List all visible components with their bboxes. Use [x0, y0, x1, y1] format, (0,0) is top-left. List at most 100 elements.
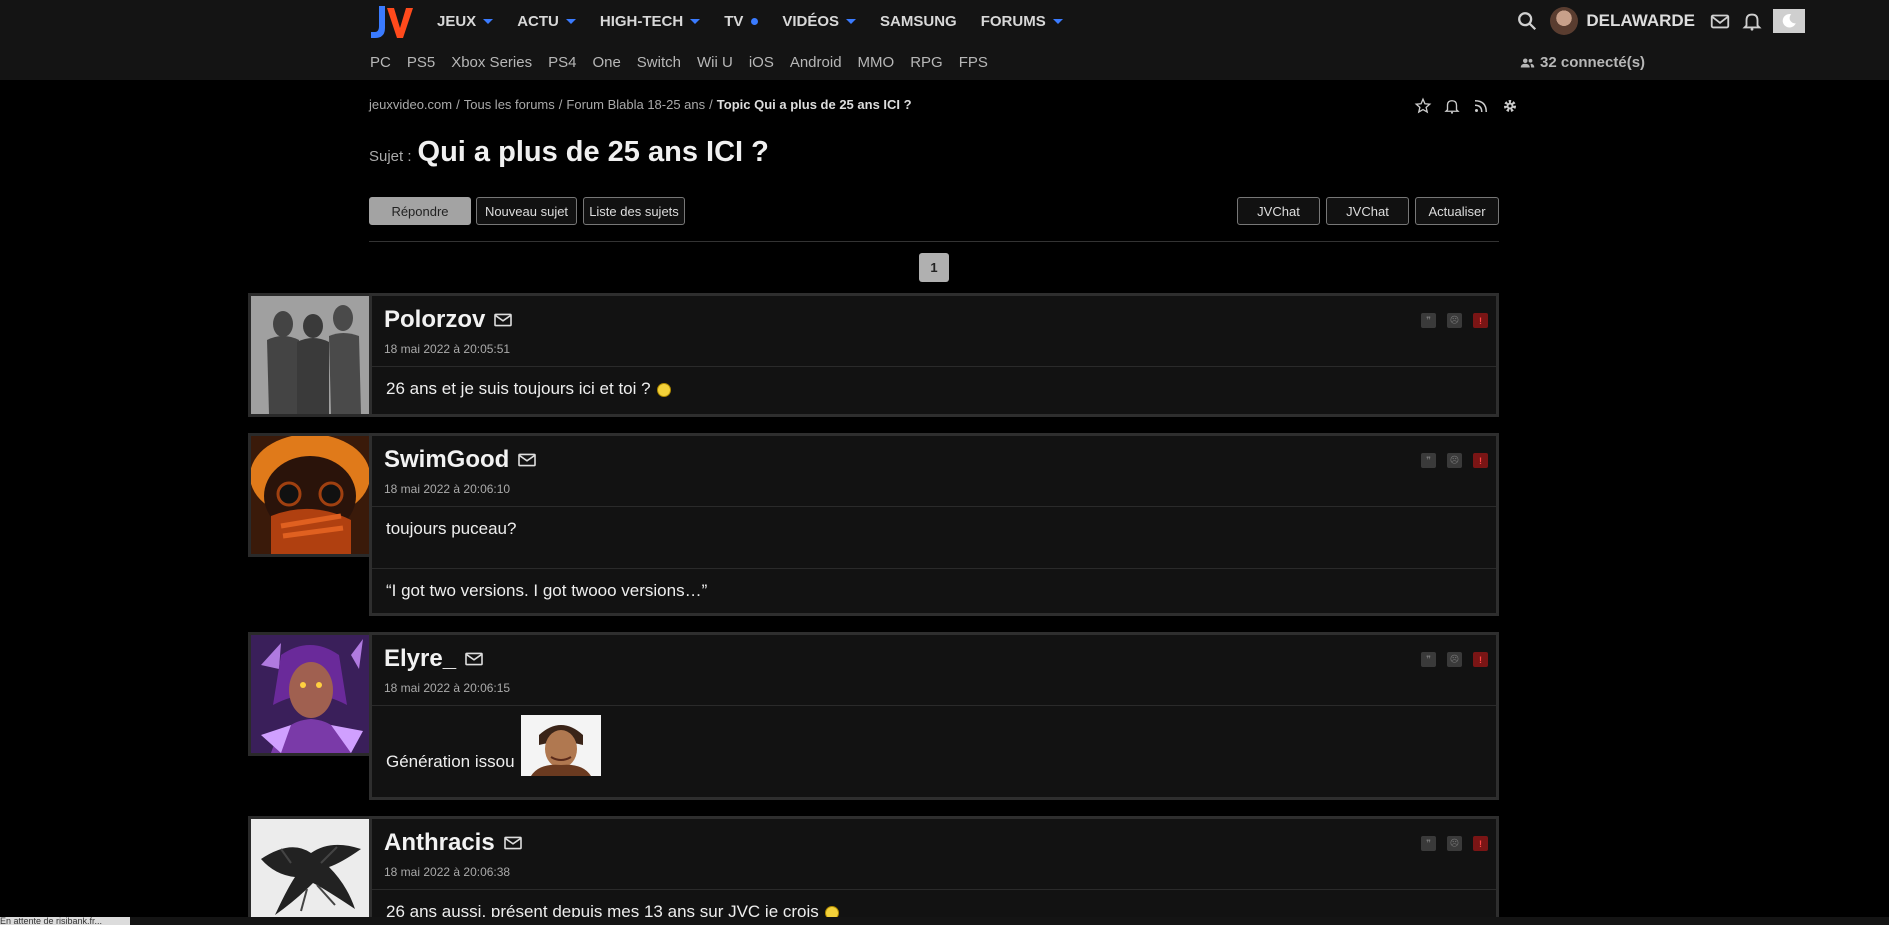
- chevron-down-icon: [846, 18, 857, 24]
- nav-tv[interactable]: TV: [724, 10, 759, 32]
- search-icon[interactable]: [1516, 10, 1538, 32]
- post-date[interactable]: 18 mai 2022 à 20:06:10: [384, 482, 510, 496]
- topic-toolbar: Répondre Nouveau sujet Liste des sujets …: [369, 197, 1499, 225]
- post-card: SwimGood 18 mai 2022 à 20:06:10 ❞ ☹ ! to…: [369, 433, 1499, 616]
- nav-videos[interactable]: VIDÉOS: [782, 10, 857, 32]
- quote-icon[interactable]: ❞: [1421, 652, 1436, 667]
- platform-one[interactable]: One: [592, 54, 620, 71]
- platform-mmo[interactable]: MMO: [858, 54, 895, 71]
- post-avatar[interactable]: [248, 816, 372, 925]
- post-avatar[interactable]: [248, 433, 372, 557]
- gear-icon[interactable]: [1501, 97, 1519, 115]
- connected-count[interactable]: 32 connecté(s): [1520, 54, 1645, 71]
- post-author: Polorzov: [384, 306, 513, 334]
- post-separator: [372, 705, 1496, 706]
- page-button-1[interactable]: 1: [919, 253, 949, 282]
- mail-icon[interactable]: [1709, 10, 1731, 32]
- nav-actu[interactable]: ACTU: [517, 10, 576, 32]
- post-tools: ❞ ☹ !: [1421, 453, 1488, 468]
- chevron-down-icon: [565, 18, 576, 24]
- post-card: Polorzov 18 mai 2022 à 20:05:51 ❞ ☹ ! 26…: [369, 293, 1499, 417]
- dark-mode-toggle[interactable]: [1773, 9, 1805, 33]
- post-separator: [372, 506, 1496, 507]
- ignore-icon[interactable]: ☹: [1447, 313, 1462, 328]
- author-name[interactable]: Elyre_: [384, 645, 456, 673]
- topic-actions: [1414, 97, 1519, 115]
- breadcrumb: jeuxvideo.com / Tous les forums / Forum …: [369, 97, 916, 112]
- chevron-down-icon: [690, 18, 701, 24]
- refresh-button[interactable]: Actualiser: [1415, 197, 1499, 225]
- platform-pc[interactable]: PC: [370, 54, 391, 71]
- report-icon[interactable]: !: [1473, 453, 1488, 468]
- post-card: Anthracis 18 mai 2022 à 20:06:38 ❞ ☹ ! 2…: [369, 816, 1499, 925]
- new-topic-button[interactable]: Nouveau sujet: [476, 197, 577, 225]
- nav-high-tech[interactable]: HIGH-TECH: [600, 10, 701, 32]
- reply-button[interactable]: Répondre: [369, 197, 471, 225]
- breadcrumb-separator: /: [456, 97, 460, 112]
- breadcrumb-all-forums[interactable]: Tous les forums: [464, 97, 555, 112]
- users-icon: [1520, 58, 1535, 67]
- post-date[interactable]: 18 mai 2022 à 20:06:38: [384, 865, 510, 879]
- report-icon[interactable]: !: [1473, 836, 1488, 851]
- post-avatar[interactable]: [248, 632, 372, 756]
- platform-wii-u[interactable]: Wii U: [697, 54, 733, 71]
- live-dot-icon: [751, 17, 759, 25]
- mail-icon[interactable]: [503, 835, 523, 851]
- post-avatar[interactable]: [248, 293, 372, 417]
- platform-ps4[interactable]: PS4: [548, 54, 576, 71]
- moon-icon: [1782, 14, 1796, 28]
- platform-fps[interactable]: FPS: [959, 54, 988, 71]
- post-separator: [372, 889, 1496, 890]
- smiley-icon: [656, 383, 671, 397]
- platform-rpg[interactable]: RPG: [910, 54, 943, 71]
- jvchat-button-1[interactable]: JVChat: [1237, 197, 1320, 225]
- rss-icon[interactable]: [1472, 97, 1490, 115]
- chevron-down-icon: [483, 18, 494, 24]
- mail-icon[interactable]: [493, 312, 513, 328]
- platform-switch[interactable]: Switch: [637, 54, 681, 71]
- nav-samsung[interactable]: SAMSUNG: [880, 10, 957, 32]
- platform-ps5[interactable]: PS5: [407, 54, 435, 71]
- ignore-icon[interactable]: ☹: [1447, 652, 1462, 667]
- mail-icon[interactable]: [464, 651, 484, 667]
- mail-icon[interactable]: [517, 452, 537, 468]
- jv-logo[interactable]: [369, 4, 413, 40]
- ignore-icon[interactable]: ☹: [1447, 453, 1462, 468]
- breadcrumb-forum[interactable]: Forum Blabla 18-25 ans: [566, 97, 705, 112]
- nav-forums[interactable]: FORUMS: [981, 10, 1063, 32]
- post-tools: ❞ ☹ !: [1421, 652, 1488, 667]
- author-name[interactable]: Polorzov: [384, 306, 485, 334]
- breadcrumb-current: Topic Qui a plus de 25 ans ICI ?: [716, 97, 912, 112]
- topic-label: Sujet :: [369, 148, 412, 165]
- platform-xbox-series[interactable]: Xbox Series: [451, 54, 532, 71]
- post-date[interactable]: 18 mai 2022 à 20:05:51: [384, 342, 510, 356]
- report-icon[interactable]: !: [1473, 652, 1488, 667]
- quote-icon[interactable]: ❞: [1421, 836, 1436, 851]
- post-date[interactable]: 18 mai 2022 à 20:06:15: [384, 681, 510, 695]
- username[interactable]: DELAWARDE: [1586, 11, 1695, 31]
- post-separator: [372, 366, 1496, 367]
- quote-icon[interactable]: ❞: [1421, 313, 1436, 328]
- sticker-image[interactable]: [520, 715, 601, 776]
- breadcrumb-home[interactable]: jeuxvideo.com: [369, 97, 452, 112]
- breadcrumb-separator: /: [558, 97, 563, 112]
- platform-android[interactable]: Android: [790, 54, 842, 71]
- page-title: Qui a plus de 25 ans ICI ?: [417, 136, 769, 168]
- ignore-icon[interactable]: ☹: [1447, 836, 1462, 851]
- bell-icon[interactable]: [1741, 10, 1763, 32]
- author-name[interactable]: Anthracis: [384, 829, 495, 857]
- nav-jeux[interactable]: JEUX: [437, 10, 494, 32]
- post: Polorzov 18 mai 2022 à 20:05:51 ❞ ☹ ! 26…: [248, 293, 1499, 417]
- post-author: Anthracis: [384, 829, 523, 857]
- avatar[interactable]: [1550, 7, 1579, 35]
- quote-icon[interactable]: ❞: [1421, 453, 1436, 468]
- topic-list-button[interactable]: Liste des sujets: [583, 197, 685, 225]
- post: Anthracis 18 mai 2022 à 20:06:38 ❞ ☹ ! 2…: [248, 816, 1499, 925]
- signature-separator: [372, 568, 1496, 569]
- star-icon[interactable]: [1414, 97, 1432, 115]
- platform-ios[interactable]: iOS: [749, 54, 774, 71]
- report-icon[interactable]: !: [1473, 313, 1488, 328]
- jvchat-button-2[interactable]: JVChat: [1326, 197, 1409, 225]
- author-name[interactable]: SwimGood: [384, 446, 509, 474]
- bell-icon[interactable]: [1443, 97, 1461, 115]
